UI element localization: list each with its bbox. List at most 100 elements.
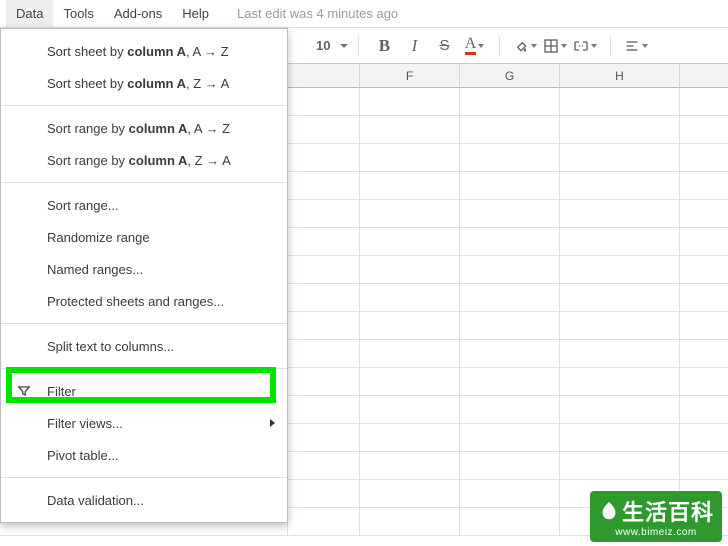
fill-color-button[interactable]	[512, 33, 538, 59]
text-color-button[interactable]: A	[461, 33, 487, 59]
cell[interactable]	[288, 116, 360, 144]
cell[interactable]	[288, 284, 360, 312]
cell[interactable]	[460, 88, 560, 116]
cell[interactable]	[680, 340, 728, 368]
menu-item-named-ranges[interactable]: Named ranges...	[1, 253, 287, 285]
cell[interactable]	[680, 284, 728, 312]
cell[interactable]	[560, 368, 680, 396]
cell[interactable]	[288, 200, 360, 228]
cell[interactable]	[460, 228, 560, 256]
horizontal-align-button[interactable]	[623, 33, 649, 59]
cell[interactable]	[288, 452, 360, 480]
cell[interactable]	[288, 368, 360, 396]
cell[interactable]	[460, 144, 560, 172]
bold-button[interactable]: B	[371, 33, 397, 59]
cell[interactable]	[460, 116, 560, 144]
menu-item-sort-range-az[interactable]: Sort range by column A, A → Z	[1, 112, 287, 144]
cell[interactable]	[560, 312, 680, 340]
cell[interactable]	[460, 284, 560, 312]
cell[interactable]	[360, 480, 460, 508]
column-header[interactable]	[680, 64, 728, 88]
cell[interactable]	[680, 396, 728, 424]
cell[interactable]	[360, 508, 460, 536]
menu-item-sort-range[interactable]: Sort range...	[1, 189, 287, 221]
cell[interactable]	[560, 452, 680, 480]
cell[interactable]	[288, 480, 360, 508]
cell[interactable]	[460, 424, 560, 452]
cell[interactable]	[680, 368, 728, 396]
cell[interactable]	[360, 452, 460, 480]
menu-help[interactable]: Help	[172, 0, 219, 27]
cell[interactable]	[680, 200, 728, 228]
cell[interactable]	[460, 200, 560, 228]
cell[interactable]	[560, 172, 680, 200]
menu-item-protected-sheets[interactable]: Protected sheets and ranges...	[1, 285, 287, 317]
cell[interactable]	[360, 144, 460, 172]
cell[interactable]	[460, 172, 560, 200]
cell[interactable]	[288, 424, 360, 452]
menu-item-split-text[interactable]: Split text to columns...	[1, 330, 287, 362]
cell[interactable]	[680, 228, 728, 256]
menu-item-sort-range-za[interactable]: Sort range by column A, Z → A	[1, 144, 287, 176]
cell[interactable]	[680, 116, 728, 144]
cell[interactable]	[460, 508, 560, 536]
cell[interactable]	[288, 88, 360, 116]
cell[interactable]	[460, 452, 560, 480]
cell[interactable]	[680, 88, 728, 116]
cell[interactable]	[288, 144, 360, 172]
menu-item-sort-sheet-za[interactable]: Sort sheet by column A, Z → A	[1, 67, 287, 99]
cell[interactable]	[680, 256, 728, 284]
cell[interactable]	[680, 144, 728, 172]
menu-tools[interactable]: Tools	[53, 0, 103, 27]
cell[interactable]	[360, 396, 460, 424]
cell[interactable]	[360, 312, 460, 340]
cell[interactable]	[560, 88, 680, 116]
cell[interactable]	[460, 256, 560, 284]
cell[interactable]	[360, 88, 460, 116]
menu-data[interactable]: Data	[6, 0, 53, 27]
cell[interactable]	[680, 172, 728, 200]
cell[interactable]	[460, 368, 560, 396]
cell[interactable]	[680, 452, 728, 480]
cell[interactable]	[560, 424, 680, 452]
font-size-picker[interactable]: 10	[306, 38, 348, 53]
column-header[interactable]	[288, 64, 360, 88]
cell[interactable]	[560, 200, 680, 228]
menu-item-randomize-range[interactable]: Randomize range	[1, 221, 287, 253]
cell[interactable]	[360, 200, 460, 228]
menu-item-filter-views[interactable]: Filter views...	[1, 407, 287, 439]
cell[interactable]	[288, 312, 360, 340]
menu-item-data-validation[interactable]: Data validation...	[1, 484, 287, 516]
column-header-f[interactable]: F	[360, 64, 460, 88]
cell[interactable]	[360, 284, 460, 312]
cell[interactable]	[460, 480, 560, 508]
cell[interactable]	[560, 144, 680, 172]
cell[interactable]	[288, 256, 360, 284]
cell[interactable]	[560, 396, 680, 424]
cell[interactable]	[560, 228, 680, 256]
cell[interactable]	[360, 368, 460, 396]
cell[interactable]	[288, 172, 360, 200]
cell[interactable]	[560, 284, 680, 312]
cell[interactable]	[680, 312, 728, 340]
cell[interactable]	[288, 340, 360, 368]
borders-button[interactable]	[542, 33, 568, 59]
menu-addons[interactable]: Add-ons	[104, 0, 172, 27]
cell[interactable]	[460, 312, 560, 340]
cell[interactable]	[288, 508, 360, 536]
cell[interactable]	[560, 116, 680, 144]
cell[interactable]	[360, 228, 460, 256]
cell[interactable]	[360, 424, 460, 452]
cell[interactable]	[360, 172, 460, 200]
cell[interactable]	[288, 228, 360, 256]
menu-item-filter[interactable]: Filter	[1, 375, 287, 407]
cell[interactable]	[560, 256, 680, 284]
column-header-g[interactable]: G	[460, 64, 560, 88]
cell[interactable]	[360, 116, 460, 144]
merge-cells-button[interactable]	[572, 33, 598, 59]
cell[interactable]	[460, 396, 560, 424]
strikethrough-button[interactable]: S	[431, 33, 457, 59]
column-header-h[interactable]: H	[560, 64, 680, 88]
cell[interactable]	[360, 340, 460, 368]
cell[interactable]	[360, 256, 460, 284]
